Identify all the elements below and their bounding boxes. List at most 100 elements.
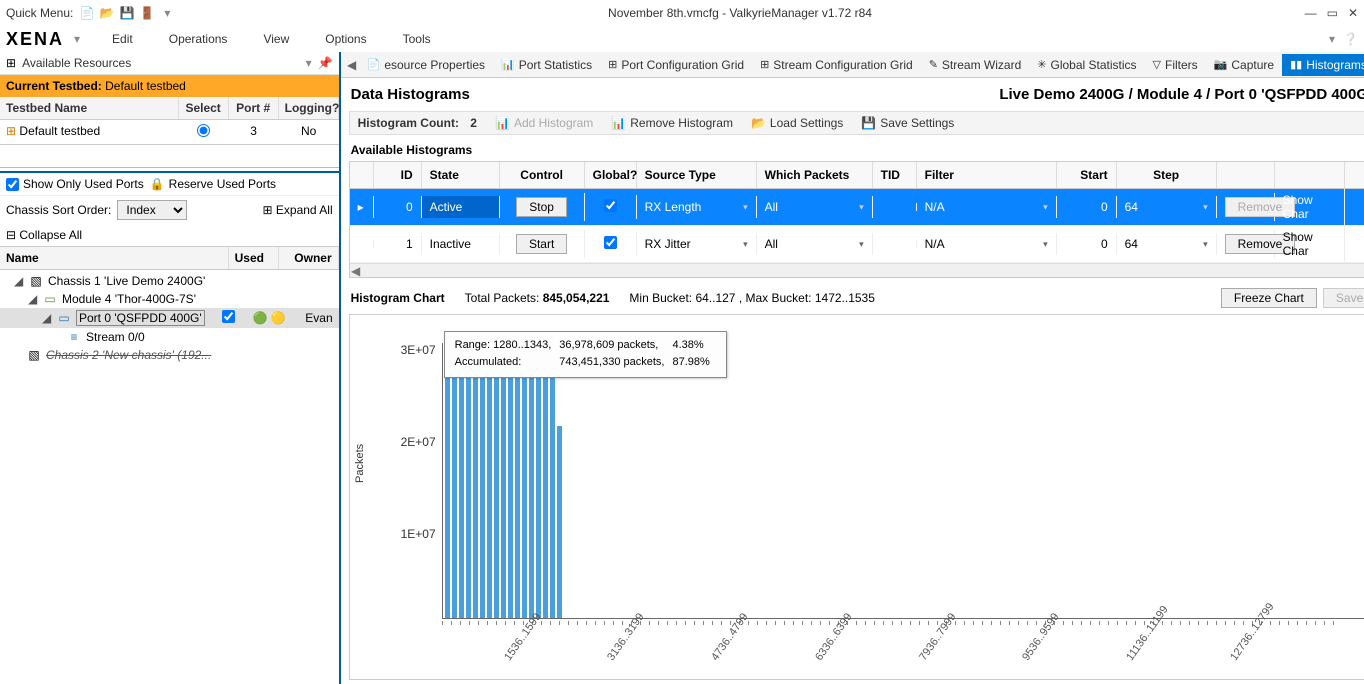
port-used-checkbox[interactable] [222,310,235,323]
tab-filters[interactable]: ▽Filters [1145,54,1206,76]
chart-bar[interactable] [459,343,464,618]
remove-histogram-button[interactable]: 📊Remove Histogram [611,116,733,130]
col-select[interactable]: Select [179,97,229,119]
plot-area[interactable] [442,343,1364,619]
chart-bar[interactable] [508,343,513,618]
col-source[interactable]: Source Type [637,162,757,188]
chart-bar[interactable] [445,343,450,618]
scroll-left-icon[interactable]: ◀ [350,264,362,278]
global-checkbox-0[interactable] [604,199,617,212]
chart-bar[interactable] [522,343,527,618]
tab-global-statistics[interactable]: ✳Global Statistics [1029,54,1144,76]
menu-arrow-icon[interactable]: ▾ [306,56,312,70]
help-icon[interactable]: ❔ [1343,32,1358,46]
chart-bar[interactable] [501,343,506,618]
chart-bar[interactable] [494,343,499,618]
grid-row-1[interactable]: 1 Inactive Start RX Jitter All N/A 0 64 … [350,226,1364,263]
chart-bar[interactable] [480,343,485,618]
tree-collapse-icon[interactable]: ◢ [14,274,24,288]
tabs-scroll-left-icon[interactable]: ◀ [345,58,359,72]
grid-h-scrollbar[interactable]: ◀ ▶ [350,263,1364,277]
chevron-down-icon[interactable]: ▾ [1329,32,1335,46]
tree-row-module4[interactable]: ◢ ▭ Module 4 'Thor-400G-7S' [0,290,339,308]
save-data-button[interactable]: Save Data [1323,288,1364,308]
chart-bar[interactable] [466,343,471,618]
load-settings-button[interactable]: 📂Load Settings [751,116,843,130]
open-icon[interactable]: 📂 [99,5,115,21]
show-only-used-checkbox[interactable] [6,178,19,191]
col-start[interactable]: Start [1057,162,1117,188]
save-settings-button[interactable]: 💾Save Settings [861,116,954,130]
menu-operations[interactable]: Operations [165,30,232,48]
col-logging[interactable]: Logging? [279,97,339,119]
chart-bar[interactable] [487,343,492,618]
start-button[interactable]: Start [516,234,567,254]
col-filter[interactable]: Filter [917,162,1057,188]
testbed-row[interactable]: ⊞ Default testbed 3 No [0,120,339,144]
reserve-used-ports[interactable]: 🔒 Reserve Used Ports [150,177,276,191]
menu-options[interactable]: Options [321,30,370,48]
chart-bar[interactable] [543,343,548,618]
sort-order-select[interactable]: Index [117,200,187,220]
which-select-0[interactable]: All [757,196,873,218]
save-icon[interactable]: 💾 [119,5,135,21]
chart-bar[interactable] [529,343,534,618]
source-select-0[interactable]: RX Length [637,196,757,218]
tree-row-chassis2[interactable]: ▧ Chassis 2 'New chassis' (192... [0,346,339,364]
global-checkbox-1[interactable] [604,236,617,249]
tab-resource-properties[interactable]: 📄esource Properties [359,54,493,76]
show-chart-0[interactable]: Show Char [1275,189,1345,225]
freeze-chart-button[interactable]: Freeze Chart [1221,288,1317,308]
chart-bar[interactable] [452,343,457,618]
menu-edit[interactable]: Edit [108,30,137,48]
col-which[interactable]: Which Packets [757,162,873,188]
step-select-0[interactable]: 64 [1117,196,1217,218]
tree-collapse-icon[interactable]: ◢ [28,292,38,306]
stop-button[interactable]: Stop [516,197,567,217]
show-only-used-ports[interactable]: Show Only Used Ports [6,177,144,191]
col-state[interactable]: State [422,162,500,188]
which-select-1[interactable]: All [757,233,873,255]
close-icon[interactable]: ✕ [1348,6,1358,20]
minimize-icon[interactable]: — [1305,6,1317,20]
step-select-1[interactable]: 64 [1117,233,1217,255]
tree-collapse-icon[interactable]: ◢ [42,311,52,325]
tab-port-statistics[interactable]: 📊Port Statistics [493,54,600,76]
col-testbed-name[interactable]: Testbed Name [0,97,179,119]
pin-icon[interactable]: 📌 [318,56,333,70]
filter-select-1[interactable]: N/A [917,233,1057,255]
tree-col-name[interactable]: Name [0,247,229,269]
chart-bar[interactable] [473,343,478,618]
tree-col-owner[interactable]: Owner [279,247,339,269]
tab-stream-wizard[interactable]: ✎Stream Wizard [921,54,1030,76]
col-step[interactable]: Step [1117,162,1217,188]
menu-view[interactable]: View [259,30,293,48]
filter-select-0[interactable]: N/A [917,196,1057,218]
tree-row-port0[interactable]: ◢ ▭ Port 0 'QSFPDD 400G' 🟢 🟡 Evan [0,308,339,328]
col-id[interactable]: ID [374,162,422,188]
chart-bar[interactable] [557,426,562,619]
tree-row-chassis1[interactable]: ◢ ▧ Chassis 1 'Live Demo 2400G' [0,272,339,290]
tab-stream-config-grid[interactable]: ⊞Stream Configuration Grid [752,54,921,76]
chart-bar[interactable] [550,343,555,618]
source-select-1[interactable]: RX Jitter [637,233,757,255]
menu-tools[interactable]: Tools [399,30,435,48]
exit-icon[interactable]: 🚪 [139,5,155,21]
tab-capture[interactable]: 📷Capture [1206,54,1282,76]
show-chart-1[interactable]: Show Char [1275,226,1345,262]
add-histogram-button[interactable]: 📊Add Histogram [495,116,593,130]
col-control[interactable]: Control [500,162,585,188]
chart-bar[interactable] [515,343,520,618]
grid-row-0[interactable]: ▸ 0 Active Stop RX Length All N/A 0 64 R… [350,189,1364,226]
tree-col-used[interactable]: Used [229,247,279,269]
collapse-all-button[interactable]: ⊟ Collapse All [6,228,82,242]
col-port[interactable]: Port # [229,97,279,119]
maximize-icon[interactable]: ▭ [1327,6,1338,20]
col-tid[interactable]: TID [873,162,917,188]
tab-port-config-grid[interactable]: ⊞Port Configuration Grid [600,54,752,76]
new-icon[interactable]: 📄 [79,5,95,21]
dropdown-icon[interactable]: ▾ [159,5,175,21]
logo-dropdown-icon[interactable]: ▾ [74,32,80,46]
col-global[interactable]: Global? [585,162,637,188]
chart-bar[interactable] [536,343,541,618]
